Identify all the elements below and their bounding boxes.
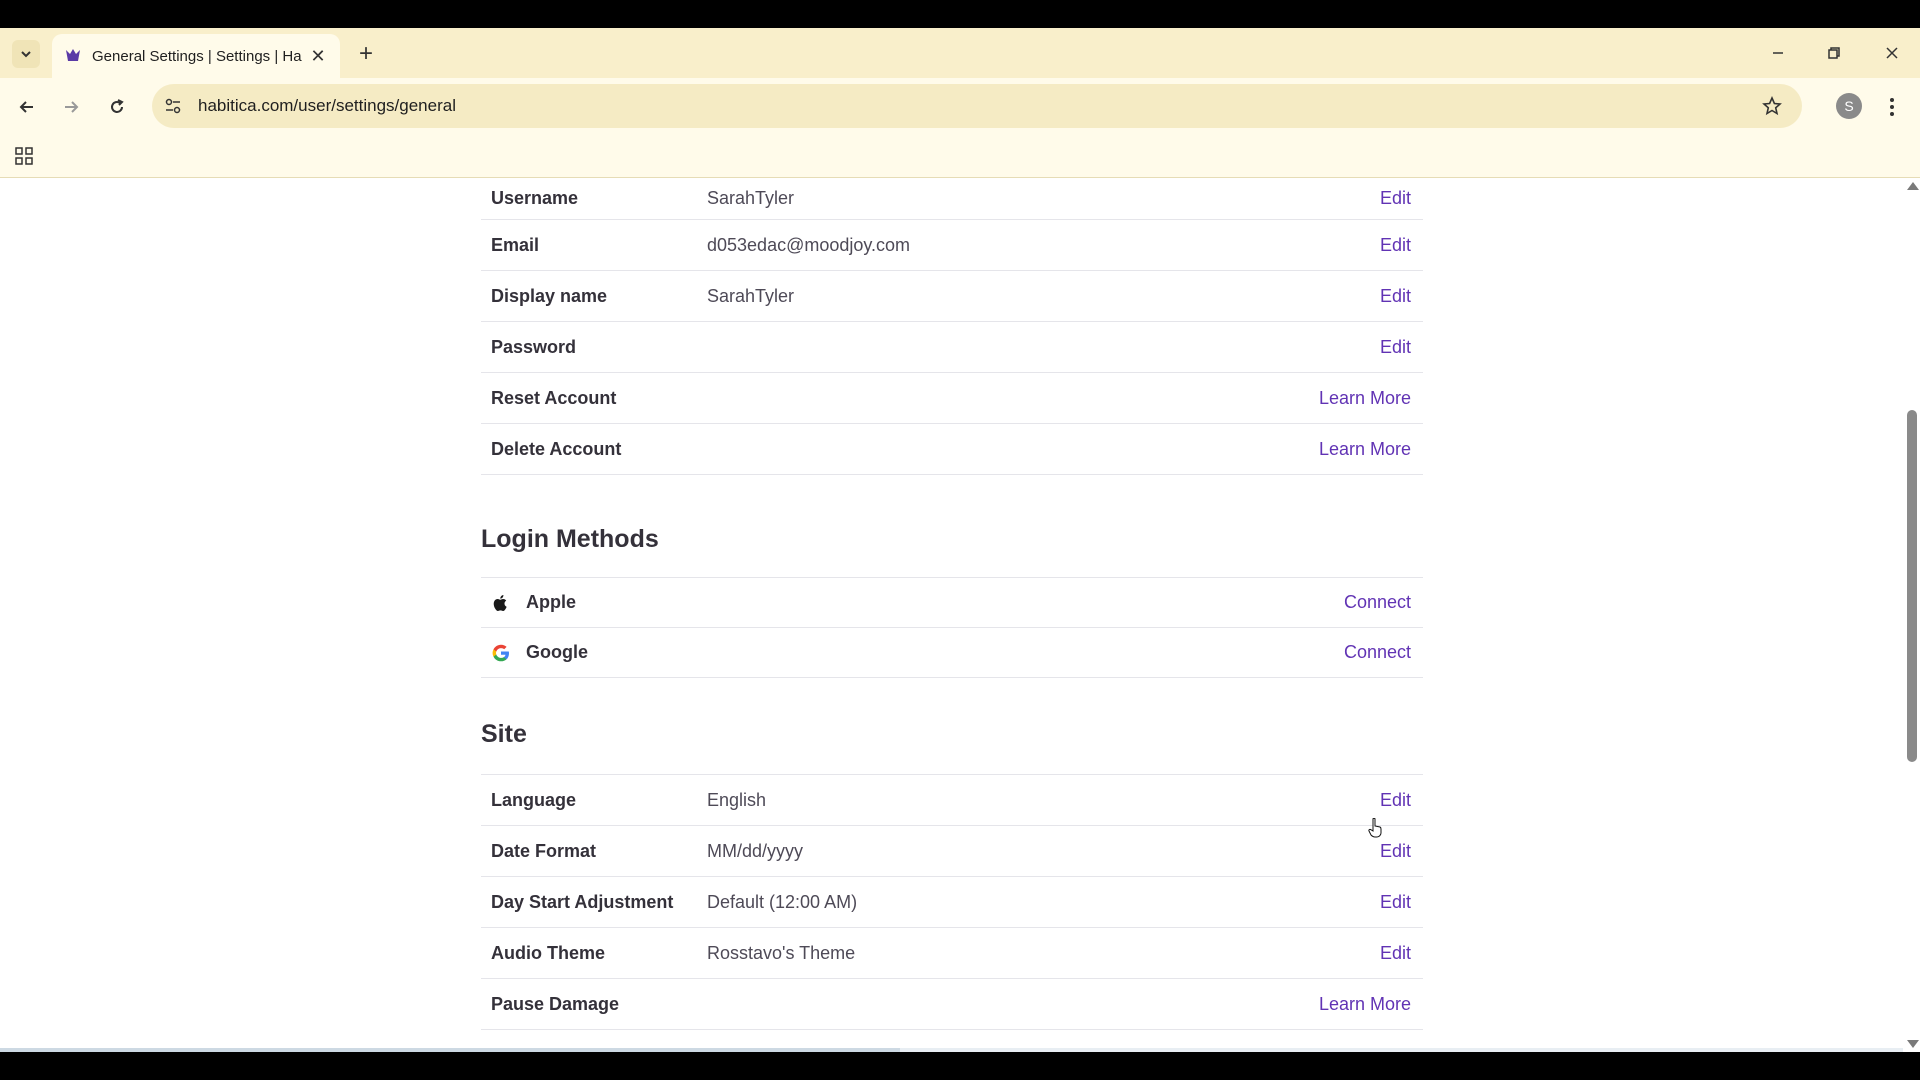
row-value: SarahTyler: [707, 188, 795, 208]
row-value: Default (12:00 AM): [707, 891, 858, 912]
settings-row-delete-account: Delete Account Learn More: [481, 424, 1423, 475]
edit-audio-theme-link[interactable]: Edit: [1380, 943, 1411, 964]
settings-row-username: Username SarahTyler Edit: [481, 178, 1423, 220]
plus-icon[interactable]: +: [352, 40, 380, 68]
row-value: SarahTyler: [707, 285, 795, 306]
browser-tab-active[interactable]: General Settings | Settings | Habitica ✕: [52, 34, 340, 78]
edit-username-link[interactable]: Edit: [1380, 188, 1411, 209]
browser-toolbar: habitica.com/user/settings/general S: [0, 78, 1920, 134]
row-value: English: [707, 789, 767, 810]
tune-icon[interactable]: [158, 91, 188, 121]
row-label: Date Format: [491, 840, 597, 861]
scroll-up-arrow-icon[interactable]: [1907, 182, 1919, 190]
row-label: Day Start Adjustment: [491, 891, 674, 912]
mouse-cursor-icon: [1368, 817, 1382, 838]
restore-icon[interactable]: [1814, 38, 1854, 68]
edit-display-name-link[interactable]: Edit: [1380, 286, 1411, 307]
row-value: MM/dd/yyyy: [707, 840, 804, 861]
apps-grid-icon[interactable]: [14, 146, 34, 166]
star-icon[interactable]: [1760, 94, 1784, 118]
row-label: Delete Account: [491, 438, 622, 459]
settings-row-audio-theme: Audio Theme Rosstavo's Theme Edit: [481, 928, 1423, 979]
settings-content: Username SarahTyler Edit Email d053edac@…: [481, 178, 1423, 1030]
scrollbar-thumb[interactable]: [1907, 410, 1917, 762]
more-vert-icon[interactable]: [1882, 92, 1902, 122]
screen: General Settings | Settings | Habitica ✕…: [0, 0, 1920, 1080]
edit-day-start-link[interactable]: Edit: [1380, 892, 1411, 913]
tab-strip: General Settings | Settings | Habitica ✕…: [0, 28, 1920, 78]
url-text: habitica.com/user/settings/general: [198, 96, 456, 115]
close-window-icon[interactable]: [1872, 38, 1912, 68]
login-methods-section: Apple Connect Google Connect: [481, 578, 1423, 678]
arrow-right-icon[interactable]: [56, 92, 86, 122]
top-black-bar: [0, 0, 1920, 28]
settings-row-pause-damage: Pause Damage Learn More: [481, 979, 1423, 1030]
settings-row-display-name: Display name SarahTyler Edit: [481, 271, 1423, 322]
habitica-logo-icon: [64, 47, 82, 65]
settings-row-language: Language English Edit: [481, 775, 1423, 826]
row-label: Audio Theme: [491, 942, 606, 963]
bookmarks-bar: [0, 134, 1920, 178]
row-label: Reset Account: [491, 387, 617, 408]
profile-avatar[interactable]: S: [1836, 93, 1862, 119]
settings-row-date-format: Date Format MM/dd/yyyy Edit: [481, 826, 1423, 877]
account-section: Username SarahTyler Edit Email d053edac@…: [481, 178, 1423, 475]
edit-email-link[interactable]: Edit: [1380, 235, 1411, 256]
settings-row-reset-account: Reset Account Learn More: [481, 373, 1423, 424]
bottom-black-bar: [0, 1052, 1920, 1080]
connect-google-link[interactable]: Connect: [1344, 642, 1411, 663]
browser-chrome: General Settings | Settings | Habitica ✕…: [0, 28, 1920, 178]
row-value: d053edac@moodjoy.com: [707, 234, 911, 255]
settings-page: Username SarahTyler Edit Email d053edac@…: [0, 178, 1920, 1052]
row-label: Username: [491, 188, 579, 208]
row-label: Apple: [526, 592, 577, 612]
reload-icon[interactable]: [102, 92, 132, 122]
minimize-icon[interactable]: [1758, 38, 1798, 68]
edit-language-link[interactable]: Edit: [1380, 790, 1411, 811]
spacer: [481, 749, 1423, 775]
address-bar[interactable]: habitica.com/user/settings/general: [152, 84, 1802, 128]
apple-icon: [491, 593, 511, 613]
spacer: [481, 554, 1423, 578]
edit-date-format-link[interactable]: Edit: [1380, 841, 1411, 862]
site-heading: Site: [481, 720, 527, 748]
reset-learn-more-link[interactable]: Learn More: [1319, 388, 1411, 409]
row-label: Email: [491, 234, 540, 255]
chevron-down-icon[interactable]: [12, 40, 40, 68]
row-label: Password: [491, 336, 577, 357]
settings-row-day-start: Day Start Adjustment Default (12:00 AM) …: [481, 877, 1423, 928]
google-icon: [491, 643, 511, 663]
arrow-left-icon[interactable]: [12, 92, 42, 122]
delete-learn-more-link[interactable]: Learn More: [1319, 439, 1411, 460]
settings-row-password: Password Edit: [481, 322, 1423, 373]
login-row-apple: Apple Connect: [481, 578, 1423, 628]
settings-row-email: Email d053edac@moodjoy.com Edit: [481, 220, 1423, 271]
login-methods-heading: Login Methods: [481, 525, 659, 553]
connect-apple-link[interactable]: Connect: [1344, 592, 1411, 613]
vertical-scrollbar[interactable]: [1903, 178, 1920, 1052]
row-label: Pause Damage: [491, 993, 620, 1014]
row-label: Language: [491, 789, 577, 810]
close-icon[interactable]: ✕: [308, 46, 328, 66]
pause-damage-learn-more-link[interactable]: Learn More: [1319, 994, 1411, 1015]
tab-title: General Settings | Settings | Habitica: [92, 47, 302, 65]
row-label: Google: [526, 642, 588, 662]
login-row-google: Google Connect: [481, 628, 1423, 678]
site-section: Language English Edit Date Format MM/dd/…: [481, 775, 1423, 1030]
scroll-down-arrow-icon[interactable]: [1907, 1040, 1919, 1048]
row-label: Display name: [491, 285, 608, 306]
edit-password-link[interactable]: Edit: [1380, 337, 1411, 358]
row-value: Rosstavo's Theme: [707, 942, 856, 963]
